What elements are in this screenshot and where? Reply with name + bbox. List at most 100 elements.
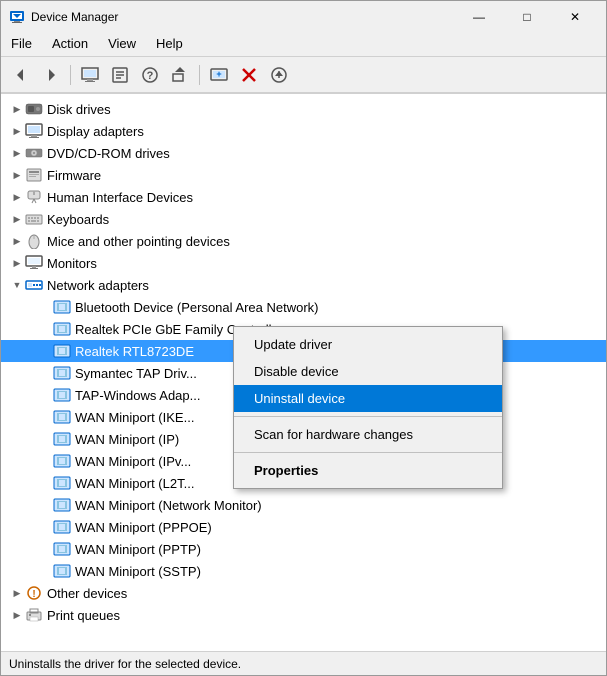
menu-view[interactable]: View xyxy=(98,33,146,56)
expand-arrow-disk: ▶ xyxy=(9,101,25,117)
symantec-label: Symantec TAP Driv... xyxy=(75,366,197,381)
wan-ike-icon xyxy=(53,408,71,426)
close-button[interactable]: ✕ xyxy=(552,3,598,31)
toolbar: ? + xyxy=(1,57,606,93)
wan-sstp-label: WAN Miniport (SSTP) xyxy=(75,564,201,579)
dvd-icon xyxy=(25,144,43,162)
wan-l2t-icon xyxy=(53,474,71,492)
context-separator-1 xyxy=(234,416,502,417)
maximize-button[interactable]: □ xyxy=(504,3,550,31)
context-properties[interactable]: Properties xyxy=(234,457,502,484)
add-device-button[interactable]: + xyxy=(205,62,233,88)
realtek-rtl-label: Realtek RTL8723DE xyxy=(75,344,194,359)
keyboards-label: Keyboards xyxy=(47,212,109,227)
context-update-driver[interactable]: Update driver xyxy=(234,331,502,358)
computer-button[interactable] xyxy=(76,62,104,88)
expand-arrow-display: ▶ xyxy=(9,123,25,139)
monitors-icon xyxy=(25,254,43,272)
expand-arrow-network: ▼ xyxy=(9,277,25,293)
wan-network-monitor-icon xyxy=(53,496,71,514)
svg-text:?: ? xyxy=(147,70,154,82)
status-bar: Uninstalls the driver for the selected d… xyxy=(1,651,606,675)
wan-ip-icon xyxy=(53,430,71,448)
tree-item-monitors[interactable]: ▶ Monitors xyxy=(1,252,606,274)
menu-bar: File Action View Help xyxy=(1,33,606,57)
tap-windows-label: TAP-Windows Adap... xyxy=(75,388,200,403)
wan-pppoe-icon xyxy=(53,518,71,536)
forward-button[interactable] xyxy=(37,62,65,88)
wan-pptp-icon xyxy=(53,540,71,558)
firmware-label: Firmware xyxy=(47,168,101,183)
disk-drives-icon xyxy=(25,100,43,118)
monitors-label: Monitors xyxy=(47,256,97,271)
other-devices-icon: ! xyxy=(25,584,43,602)
context-disable-device[interactable]: Disable device xyxy=(234,358,502,385)
svg-text:!: ! xyxy=(32,589,35,600)
wan-ike-label: WAN Miniport (IKE... xyxy=(75,410,194,425)
hid-label: Human Interface Devices xyxy=(47,190,193,205)
remove-button[interactable] xyxy=(235,62,263,88)
hid-icon xyxy=(25,188,43,206)
firmware-icon xyxy=(25,166,43,184)
network-adapters-icon xyxy=(25,276,43,294)
keyboards-icon xyxy=(25,210,43,228)
properties-button[interactable] xyxy=(106,62,134,88)
separator-1 xyxy=(70,65,71,85)
tree-item-print-queues[interactable]: ▶ Print queues xyxy=(1,604,606,626)
properties-label: Properties xyxy=(254,463,318,478)
tree-item-other-devices[interactable]: ▶ ! Other devices xyxy=(1,582,606,604)
expand-arrow-monitors: ▶ xyxy=(9,255,25,271)
dvd-label: DVD/CD-ROM drives xyxy=(47,146,170,161)
menu-action[interactable]: Action xyxy=(42,33,98,56)
tree-item-dvd[interactable]: ▶ DVD/CD-ROM drives xyxy=(1,142,606,164)
tap-windows-icon xyxy=(53,386,71,404)
display-adapters-icon xyxy=(25,122,43,140)
download-button[interactable] xyxy=(265,62,293,88)
disk-drives-label: Disk drives xyxy=(47,102,111,117)
expand-arrow-keyboards: ▶ xyxy=(9,211,25,227)
tree-item-disk-drives[interactable]: ▶ Disk drives xyxy=(1,98,606,120)
tree-item-bluetooth[interactable]: ▶ Bluetooth Device (Personal Area Networ… xyxy=(1,296,606,318)
content-area: ▶ Disk drives ▶ Display adapters ▶ xyxy=(1,93,606,651)
app-icon xyxy=(9,9,25,25)
tree-item-wan-sstp[interactable]: ▶ WAN Miniport (SSTP) xyxy=(1,560,606,582)
tree-item-wan-pptp[interactable]: ▶ WAN Miniport (PPTP) xyxy=(1,538,606,560)
wan-sstp-icon xyxy=(53,562,71,580)
update-button[interactable] xyxy=(166,62,194,88)
menu-file[interactable]: File xyxy=(1,33,42,56)
context-menu: Update driver Disable device Uninstall d… xyxy=(233,326,503,489)
uninstall-device-label: Uninstall device xyxy=(254,391,345,406)
print-queues-label: Print queues xyxy=(47,608,120,623)
context-separator-2 xyxy=(234,452,502,453)
tree-item-wan-network-monitor[interactable]: ▶ WAN Miniport (Network Monitor) xyxy=(1,494,606,516)
wan-l2t-label: WAN Miniport (L2T... xyxy=(75,476,194,491)
tree-item-wan-pppoe[interactable]: ▶ WAN Miniport (PPPOE) xyxy=(1,516,606,538)
tree-item-hid[interactable]: ▶ Human Interface Devices xyxy=(1,186,606,208)
print-queues-icon xyxy=(25,606,43,624)
bluetooth-label: Bluetooth Device (Personal Area Network) xyxy=(75,300,319,315)
context-scan-hardware[interactable]: Scan for hardware changes xyxy=(234,421,502,448)
scan-hardware-label: Scan for hardware changes xyxy=(254,427,413,442)
expand-arrow-other: ▶ xyxy=(9,585,25,601)
disable-device-label: Disable device xyxy=(254,364,339,379)
network-adapters-label: Network adapters xyxy=(47,278,149,293)
wan-pptp-label: WAN Miniport (PPTP) xyxy=(75,542,201,557)
help-button[interactable]: ? xyxy=(136,62,164,88)
status-text: Uninstalls the driver for the selected d… xyxy=(9,657,241,671)
tree-item-mice[interactable]: ▶ Mice and other pointing devices xyxy=(1,230,606,252)
menu-help[interactable]: Help xyxy=(146,33,193,56)
window-controls: — □ ✕ xyxy=(456,3,598,31)
window-title: Device Manager xyxy=(31,10,456,24)
tree-item-network-adapters[interactable]: ▼ Network adapters xyxy=(1,274,606,296)
minimize-button[interactable]: — xyxy=(456,3,502,31)
tree-item-firmware[interactable]: ▶ Firmware xyxy=(1,164,606,186)
wan-network-monitor-label: WAN Miniport (Network Monitor) xyxy=(75,498,262,513)
symantec-icon xyxy=(53,364,71,382)
context-uninstall-device[interactable]: Uninstall device xyxy=(234,385,502,412)
separator-2 xyxy=(199,65,200,85)
mice-icon xyxy=(25,232,43,250)
back-button[interactable] xyxy=(7,62,35,88)
tree-item-display-adapters[interactable]: ▶ Display adapters xyxy=(1,120,606,142)
mice-label: Mice and other pointing devices xyxy=(47,234,230,249)
tree-item-keyboards[interactable]: ▶ Keyboards xyxy=(1,208,606,230)
